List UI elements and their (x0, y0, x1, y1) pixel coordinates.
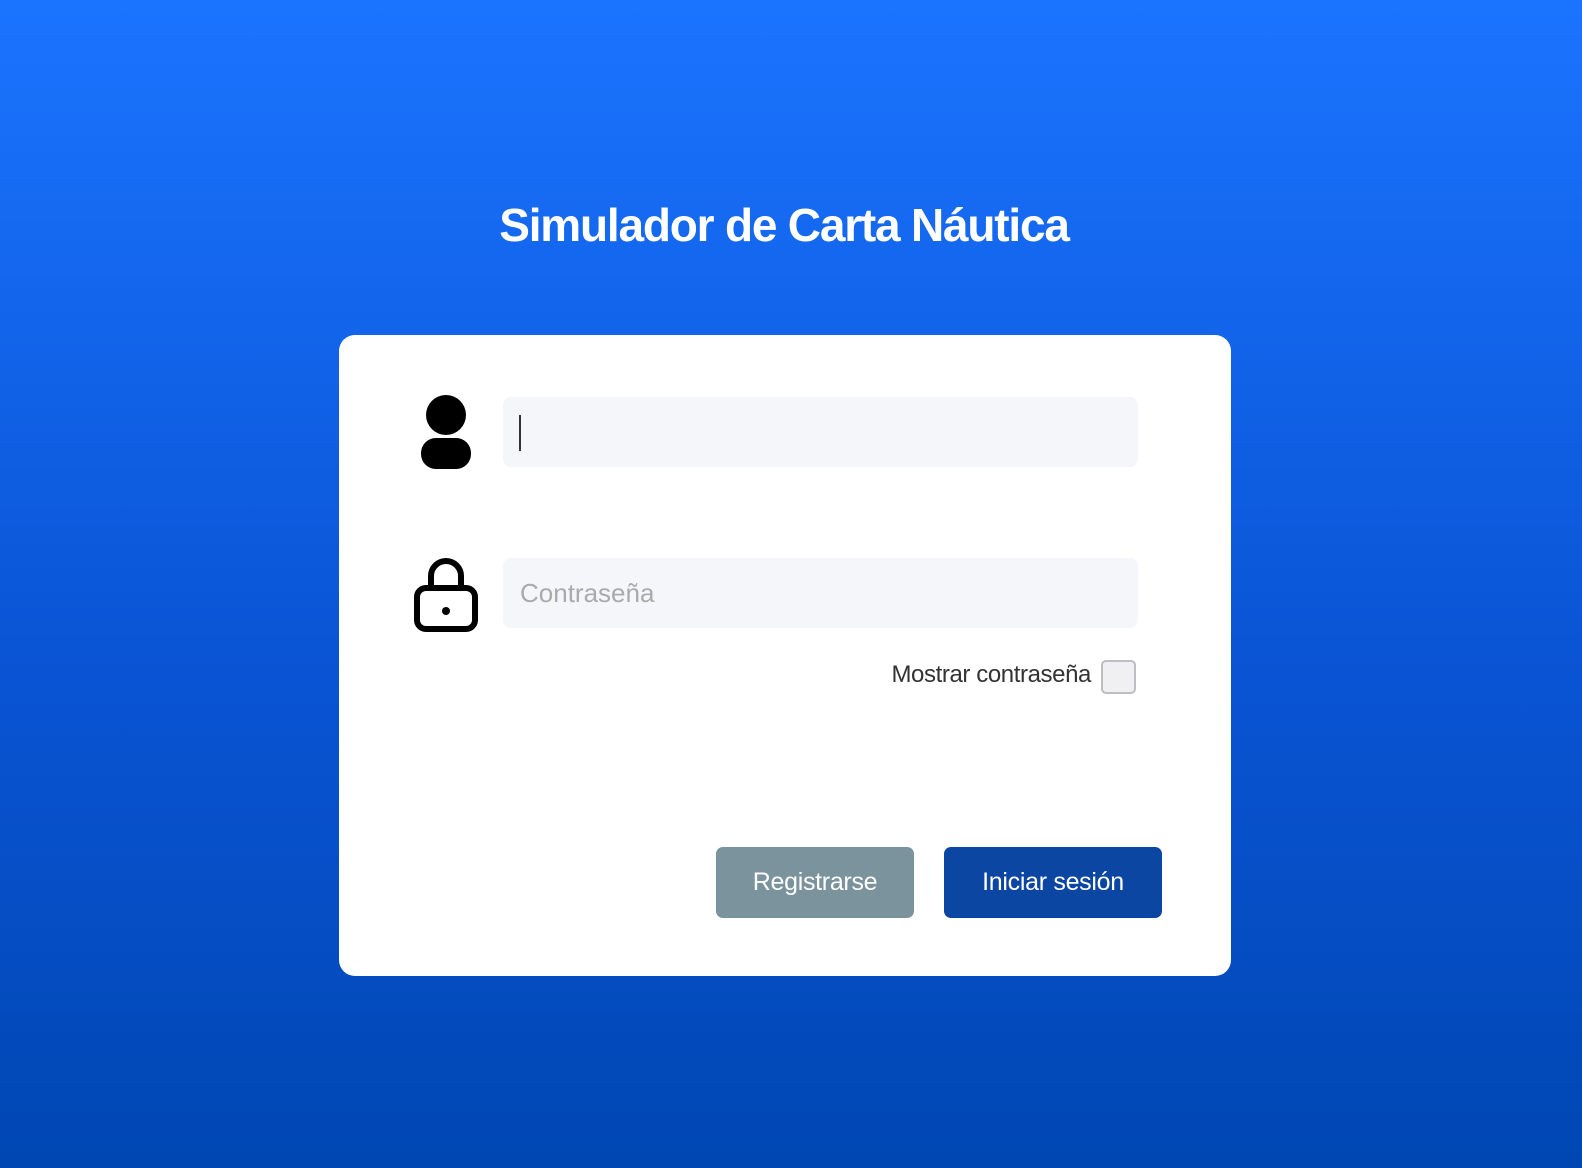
login-card: Mostrar contraseña Registrarse Iniciar s… (339, 335, 1231, 976)
register-button[interactable]: Registrarse (716, 847, 914, 918)
login-button[interactable]: Iniciar sesión (944, 847, 1162, 918)
username-input[interactable] (503, 397, 1138, 467)
page-title: Simulador de Carta Náutica (499, 199, 1070, 251)
text-caret (519, 415, 521, 451)
show-password-label: Mostrar contraseña (891, 661, 1091, 688)
show-password-checkbox[interactable] (1101, 660, 1136, 694)
user-icon (421, 395, 471, 469)
password-input[interactable] (503, 558, 1138, 628)
lock-icon (414, 558, 478, 632)
